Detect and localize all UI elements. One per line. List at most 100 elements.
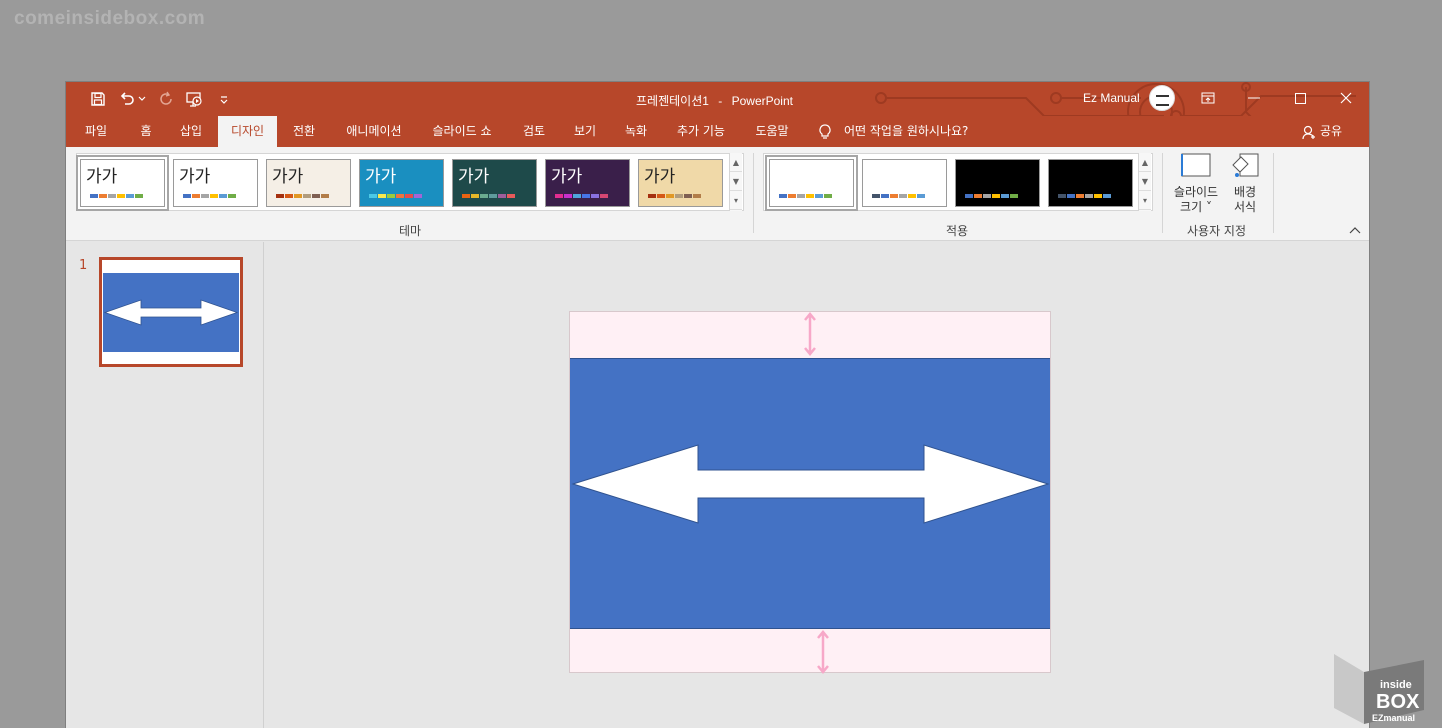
theme-sample-text: 가가 <box>86 167 118 187</box>
svg-text:EZmanual: EZmanual <box>1372 713 1415 723</box>
svg-text:inside: inside <box>1380 679 1412 691</box>
theme-retrospect[interactable]: 가가 <box>545 159 630 207</box>
theme-color-swatches <box>648 194 701 198</box>
format-background-icon <box>1232 153 1259 177</box>
variants-up-icon[interactable]: ▲ <box>1139 153 1151 172</box>
variants-down-icon[interactable]: ▼ <box>1139 172 1151 191</box>
variant-2[interactable] <box>862 159 947 207</box>
ribbon-design: ▲ ▼ ▾ 테마 ▲ ▼ ▾ 적용 슬라이드 크기 ˅ 배경 서식 사용자 지정… <box>66 147 1369 241</box>
bottom-resize-arrow-icon <box>817 630 829 674</box>
slide-size-button[interactable]: 슬라이드 크기 ˅ <box>1171 151 1221 215</box>
insidebox-logo: inside BOX EZmanual <box>1334 654 1424 724</box>
tell-me-label: 어떤 작업을 원하시나요? <box>844 124 969 138</box>
group-separator <box>753 153 754 233</box>
themes-gallery-scroll: ▲ ▼ ▾ <box>729 153 742 211</box>
undo-dropdown-icon[interactable] <box>138 90 146 108</box>
quick-access-toolbar <box>86 90 241 108</box>
theme-sample-text: 가가 <box>551 167 583 187</box>
theme-sample-text: 가가 <box>644 167 676 187</box>
share-label: 공유 <box>1320 124 1343 138</box>
variant-3[interactable] <box>955 159 1040 207</box>
tell-me-search[interactable]: 어떤 작업을 원하시나요? <box>818 116 968 147</box>
variants-gallery-scroll: ▲ ▼ ▾ <box>1138 153 1151 211</box>
slide-size-label-2: 크기 ˅ <box>1180 200 1212 214</box>
tab-slideshow[interactable]: 슬라이드 쇼 <box>422 116 502 147</box>
tab-file[interactable]: 파일 <box>71 116 121 147</box>
theme-color-swatches <box>276 194 329 198</box>
theme-color-swatches <box>183 194 236 198</box>
format-background-button[interactable]: 배경 서식 <box>1220 151 1270 215</box>
variant-color-swatches <box>1058 194 1111 198</box>
format-background-label-2: 서식 <box>1233 200 1257 214</box>
redo-icon[interactable] <box>154 90 178 108</box>
double-arrow-shape[interactable] <box>570 359 1050 628</box>
tab-home[interactable]: 홈 <box>126 116 166 147</box>
theme-organic[interactable]: 가가 <box>452 159 537 207</box>
customize-group-label: 사용자 지정 <box>1187 224 1247 238</box>
theme-sample-text: 가가 <box>458 167 490 187</box>
svg-text:BOX: BOX <box>1376 691 1420 713</box>
title-bar: 프레젠테이션1 - PowerPoint Ez Manual <box>66 82 1369 141</box>
blue-rectangle-shape[interactable] <box>570 358 1050 629</box>
minimize-icon[interactable] <box>1231 82 1277 114</box>
slide-size-label-1: 슬라이드 <box>1173 185 1219 199</box>
tab-review[interactable]: 검토 <box>512 116 556 147</box>
variant-color-swatches <box>965 194 1018 198</box>
close-icon[interactable] <box>1323 82 1369 114</box>
user-name[interactable]: Ez Manual <box>1083 91 1140 105</box>
theme-color-swatches <box>90 194 143 198</box>
themes-group-label: 테마 <box>399 224 422 238</box>
theme-color-swatches <box>555 194 608 198</box>
tab-add-ins[interactable]: 추가 기능 <box>666 116 736 147</box>
tab-design[interactable]: 디자인 <box>218 116 277 147</box>
tab-insert[interactable]: 삽입 <box>169 116 213 147</box>
theme-ion[interactable]: 가가 <box>359 159 444 207</box>
slideshow-from-start-icon[interactable] <box>183 90 207 108</box>
thumb-double-arrow-shape <box>103 299 239 326</box>
variant-color-swatches <box>779 194 832 198</box>
tab-record[interactable]: 녹화 <box>614 116 658 147</box>
undo-icon[interactable] <box>115 90 139 108</box>
theme-facet[interactable]: 가가 <box>266 159 351 207</box>
gallery-more-icon[interactable]: ▾ <box>730 191 742 210</box>
share-button[interactable]: 공유 <box>1302 116 1342 147</box>
theme-color-swatches <box>462 194 515 198</box>
gallery-up-icon[interactable]: ▲ <box>730 153 742 172</box>
gallery-down-icon[interactable]: ▼ <box>730 172 742 191</box>
save-icon[interactable] <box>86 90 110 108</box>
thumb-blue-band <box>103 273 239 352</box>
tab-animations[interactable]: 애니메이션 <box>334 116 414 147</box>
theme-office[interactable]: 가가 <box>76 155 169 211</box>
ribbon-display-options-icon[interactable] <box>1185 82 1231 114</box>
tab-help[interactable]: 도움말 <box>744 116 800 147</box>
theme-sample-text: 가가 <box>365 167 397 187</box>
window-title: 프레젠테이션1 - PowerPoint <box>636 92 799 109</box>
theme-slice[interactable]: 가가 <box>638 159 723 207</box>
format-background-label-1: 배경 <box>1233 185 1257 199</box>
slide-number: 1 <box>79 258 88 273</box>
share-person-icon <box>1302 125 1315 140</box>
variant-4[interactable] <box>1048 159 1133 207</box>
customize-qat-icon[interactable] <box>212 90 236 108</box>
slide-canvas[interactable] <box>569 311 1051 674</box>
top-resize-arrow-icon <box>804 312 816 356</box>
document-title: 프레젠테이션1 <box>636 94 709 108</box>
theme-office-theme-2[interactable]: 가가 <box>173 159 258 207</box>
powerpoint-window: 프레젠테이션1 - PowerPoint Ez Manual 파일 홈 삽입 디… <box>65 81 1370 728</box>
title-separator: - <box>718 94 723 108</box>
theme-sample-text: 가가 <box>272 167 304 187</box>
ribbon-tabs: 파일 홈 삽입 디자인 전환 애니메이션 슬라이드 쇼 검토 보기 녹화 추가 … <box>66 116 1369 147</box>
watermark-text: comeinsidebox.com <box>14 8 206 29</box>
variant-color-swatches <box>872 194 925 198</box>
collapse-ribbon-icon[interactable] <box>1349 225 1361 235</box>
tab-view[interactable]: 보기 <box>563 116 607 147</box>
slide-thumbnail[interactable] <box>99 257 243 367</box>
lightbulb-icon <box>819 124 831 139</box>
variant-1[interactable] <box>765 155 858 211</box>
slide-size-icon <box>1181 153 1211 177</box>
maximize-icon[interactable] <box>1277 82 1323 114</box>
variants-more-icon[interactable]: ▾ <box>1139 191 1151 210</box>
user-avatar[interactable] <box>1149 85 1175 111</box>
tab-transitions[interactable]: 전환 <box>282 116 326 147</box>
group-separator <box>1273 153 1274 233</box>
